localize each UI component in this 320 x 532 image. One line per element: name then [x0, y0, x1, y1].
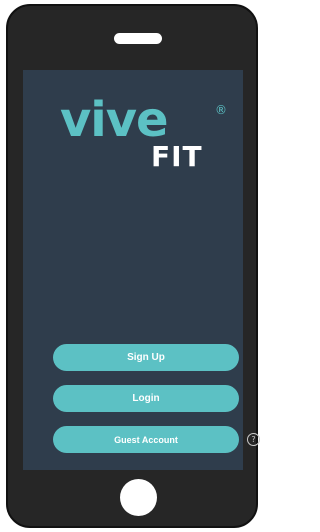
app-screen: vive ® FIT Sign Up Login Guest Account ? — [23, 70, 260, 470]
vive-fit-logo: vive ® FIT — [23, 94, 243, 184]
speaker-slot — [114, 33, 162, 44]
home-button[interactable] — [120, 479, 157, 516]
guest-account-button[interactable]: Guest Account — [53, 426, 239, 453]
registered-mark: ® — [215, 103, 227, 117]
question-circle-icon[interactable]: ? — [247, 433, 260, 446]
phone-frame: vive ® FIT Sign Up Login Guest Account ? — [6, 4, 260, 528]
login-button[interactable]: Login — [53, 385, 239, 412]
logo-wordmark: vive — [60, 92, 169, 148]
logo-subtitle: FIT — [151, 140, 203, 173]
sign-up-button[interactable]: Sign Up — [53, 344, 239, 371]
